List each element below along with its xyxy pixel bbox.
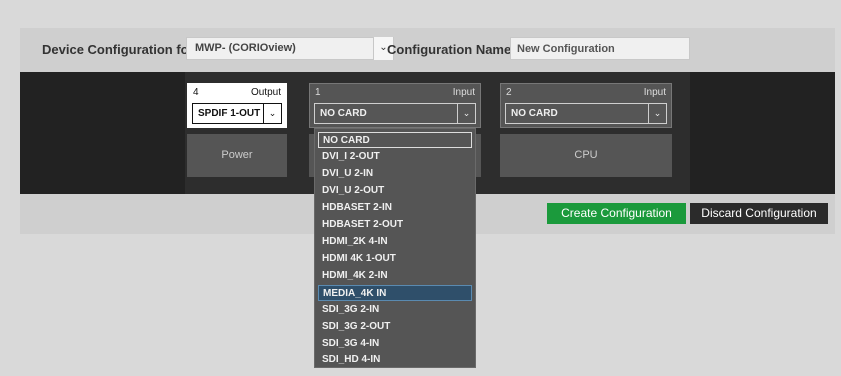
slot-4-output[interactable]: 4 Output SPDIF 1-OUT ⌄ <box>187 83 287 128</box>
configuration-header: Device Configuration for MWP- (CORIOview… <box>20 28 835 72</box>
device-select[interactable]: MWP- (CORIOview) ⌄ <box>186 37 394 60</box>
slot-number: 1 <box>315 87 321 98</box>
dropdown-option[interactable]: NO CARD <box>318 132 472 148</box>
cpu-module: CPU <box>500 134 672 177</box>
dropdown-option[interactable]: SDI_HD 4-IN <box>318 352 472 368</box>
slot-2-card-select[interactable]: NO CARD ⌄ <box>505 103 667 124</box>
config-name-label: Configuration Name: <box>387 42 516 57</box>
dropdown-option[interactable]: HDBASET 2-IN <box>318 200 472 216</box>
dropdown-option[interactable]: HDMI 4K 1-OUT <box>318 251 472 267</box>
dropdown-option[interactable]: HDMI_4K 2-IN <box>318 268 472 284</box>
create-configuration-button[interactable]: Create Configuration <box>547 203 686 224</box>
slot-4-card-select[interactable]: SPDIF 1-OUT ⌄ <box>192 103 282 124</box>
slot-1-input[interactable]: 1 Input NO CARD ⌄ <box>309 83 481 128</box>
dropdown-option[interactable]: DVI_U 2-OUT <box>318 183 472 199</box>
discard-configuration-button[interactable]: Discard Configuration <box>690 203 828 224</box>
slot-2-input[interactable]: 2 Input NO CARD ⌄ <box>500 83 672 128</box>
slot-number: 2 <box>506 87 512 98</box>
dropdown-option[interactable]: HDBASET 2-OUT <box>318 217 472 233</box>
card-type-dropdown[interactable]: NO CARD DVI_I 2-OUT DVI_U 2-IN DVI_U 2-O… <box>314 128 476 368</box>
slot-1-card-select[interactable]: NO CARD ⌄ <box>314 103 476 124</box>
slot-type: Input <box>452 87 475 98</box>
power-module: Power <box>187 134 287 177</box>
dropdown-option[interactable]: DVI_I 2-OUT <box>318 149 472 165</box>
slot-4-card-value: SPDIF 1-OUT <box>198 108 261 119</box>
dropdown-option-highlighted[interactable]: MEDIA_4K IN <box>318 285 472 301</box>
slot-1-card-value: NO CARD <box>320 108 367 119</box>
config-name-input[interactable] <box>510 37 690 60</box>
dropdown-option[interactable]: HDMI_2K 4-IN <box>318 234 472 250</box>
dropdown-option[interactable]: SDI_3G 2-IN <box>318 302 472 318</box>
dropdown-option[interactable]: DVI_U 2-IN <box>318 166 472 182</box>
dropdown-option[interactable]: SDI_3G 2-OUT <box>318 319 472 335</box>
chevron-down-icon[interactable]: ⌄ <box>648 104 666 123</box>
chevron-down-icon[interactable]: ⌄ <box>457 104 475 123</box>
slot-2-card-value: NO CARD <box>511 108 558 119</box>
slot-type: Input <box>643 87 666 98</box>
slot-number: 4 <box>193 87 199 98</box>
chevron-down-icon[interactable]: ⌄ <box>263 104 281 123</box>
slot-type: Output <box>250 87 281 98</box>
device-select-value: MWP- (CORIOview) <box>195 42 296 54</box>
dropdown-option[interactable]: SDI_3G 4-IN <box>318 336 472 352</box>
device-config-label: Device Configuration for <box>42 42 194 57</box>
